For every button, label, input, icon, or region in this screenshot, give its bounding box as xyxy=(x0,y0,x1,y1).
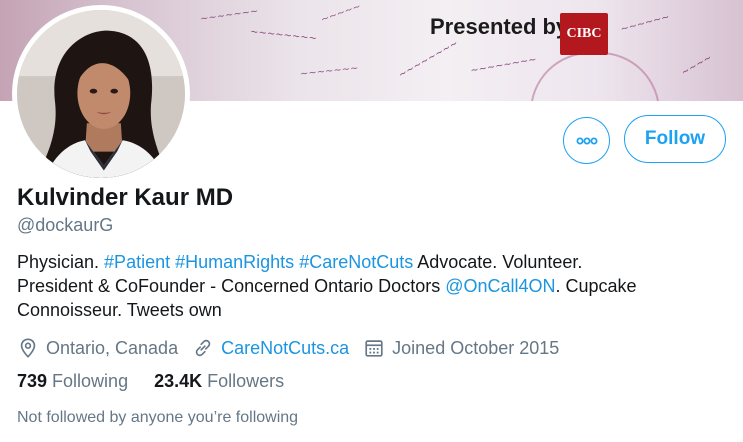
profile-photo xyxy=(17,10,185,178)
banner-scribble: ~~~~~~ xyxy=(619,11,671,36)
follow-button[interactable]: Follow xyxy=(624,115,726,163)
banner-scribble: ~~~~~~~ xyxy=(299,62,360,81)
followers-label: Followers xyxy=(207,371,285,391)
bio-text: Connoisseur. Tweets own xyxy=(17,300,222,320)
following-count: 739 xyxy=(17,371,48,391)
bio-text: Advocate. Volunteer. xyxy=(413,252,583,272)
profile-meta: Ontario, Canada CareNotCuts.ca Joined Oc… xyxy=(17,335,573,361)
followers-count: 23.4K xyxy=(154,371,203,391)
profile-name: Kulvinder Kaur MD xyxy=(17,184,234,211)
banner-scribble: ~~~~~~~~ xyxy=(396,37,461,82)
banner-scribble: ~~~~~~~~ xyxy=(249,26,318,45)
bio-text: President & CoFounder - Concerned Ontari… xyxy=(17,276,446,296)
profile-bio: Physician. #Patient #HumanRights #CareNo… xyxy=(17,250,732,322)
bio-link[interactable]: #Patient xyxy=(104,252,170,272)
bio-link[interactable]: #CareNotCuts xyxy=(299,252,413,272)
profile-handle: @dockaurG xyxy=(17,215,114,235)
bio-line: Connoisseur. Tweets own xyxy=(17,298,732,322)
followers-stat[interactable]: 23.4K Followers xyxy=(154,371,284,392)
banner-heart-drawing xyxy=(530,52,660,101)
website-link[interactable]: CareNotCuts.ca xyxy=(221,338,349,359)
bio-link[interactable]: #HumanRights xyxy=(175,252,294,272)
calendar-icon xyxy=(365,340,383,357)
joined-text: Joined October 2015 xyxy=(392,337,560,358)
bio-text: Physician. xyxy=(17,252,105,272)
banner-presented-text: Presented by: xyxy=(430,14,576,39)
banner-scribble: ~~~~ xyxy=(679,52,715,79)
avatar[interactable] xyxy=(12,5,190,183)
more-options-button[interactable] xyxy=(563,117,610,164)
link-icon xyxy=(195,339,211,357)
banner-scribble: ~~~~~ xyxy=(319,1,363,26)
followed-by-text: Not followed by anyone you’re following xyxy=(17,409,299,426)
bio-text: . Cupcake xyxy=(555,276,637,296)
sponsor-logo: CIBC xyxy=(560,13,608,55)
bio-link[interactable]: @OnCall4ON xyxy=(445,276,555,296)
website[interactable]: CareNotCuts.ca xyxy=(192,337,349,359)
location-text: Ontario, Canada xyxy=(46,337,179,358)
joined-date: Joined October 2015 xyxy=(363,337,559,359)
more-horizontal-icon xyxy=(576,137,597,144)
location: Ontario, Canada xyxy=(17,337,178,359)
bio-line: President & CoFounder - Concerned Ontari… xyxy=(17,274,732,298)
banner-scribble: ~~~~~~~~ xyxy=(469,54,538,77)
following-stat[interactable]: 739 Following xyxy=(17,371,128,392)
profile-stats: 739 Following 23.4K Followers xyxy=(17,371,310,392)
location-pin-icon xyxy=(20,338,36,358)
bio-line: Physician. #Patient #HumanRights #CareNo… xyxy=(17,250,732,274)
banner-scribble: ~~~~~~~ xyxy=(199,5,260,26)
following-label: Following xyxy=(52,371,129,391)
